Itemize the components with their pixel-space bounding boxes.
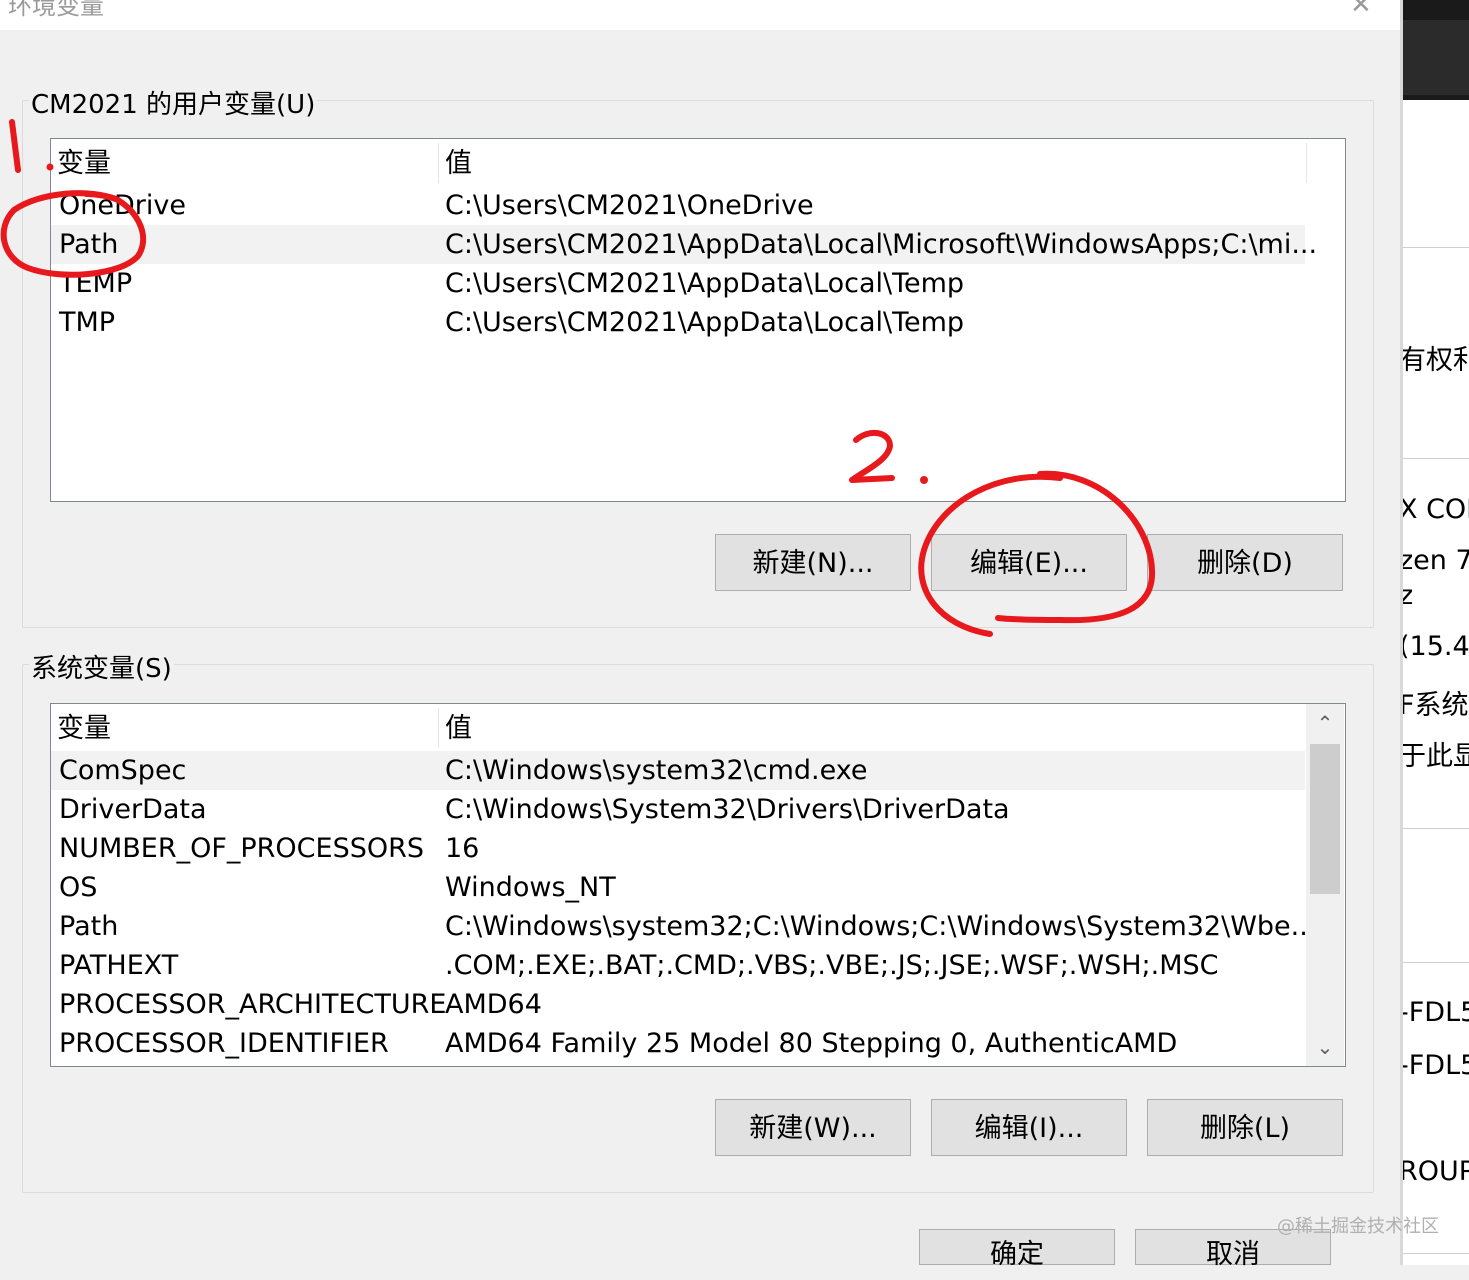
background-text: X CON	[1403, 494, 1469, 525]
variable-value: C:\Users\CM2021\OneDrive	[445, 190, 814, 221]
background-text: F系统	[1403, 690, 1469, 721]
table-row[interactable]: PROCESSOR_ARCHITECTURE AMD64	[51, 985, 1305, 1024]
variable-value: C:\Windows\System32\Drivers\DriverData	[445, 794, 1010, 825]
title-bar: 环境变量 ✕	[0, 0, 1403, 30]
variable-name: Path	[59, 911, 119, 942]
system-vars-label: 系统变量(S)	[29, 648, 174, 685]
list-header: 变量 值	[51, 139, 1345, 183]
variable-name: ComSpec	[59, 755, 187, 786]
variable-value: C:\Users\CM2021\AppData\Local\Temp	[445, 268, 965, 299]
background-dark-panel	[1403, 20, 1469, 95]
background-text: (15.4	[1403, 631, 1469, 662]
user-vars-list[interactable]: 变量 值 OneDrive C:\Users\CM2021\OneDrive P…	[50, 138, 1346, 502]
variable-name: TMP	[59, 307, 116, 338]
divider	[1403, 458, 1469, 459]
column-header-variable[interactable]: 变量	[51, 139, 111, 183]
divider	[1403, 828, 1469, 829]
background-text: z	[1403, 580, 1414, 611]
divider	[1403, 1253, 1469, 1254]
user-edit-button[interactable]: 编辑(E)...	[931, 534, 1127, 591]
table-row[interactable]: NUMBER_OF_PROCESSORS 16	[51, 829, 1305, 868]
background-text: zen 7	[1403, 545, 1469, 576]
system-new-button[interactable]: 新建(W)...	[715, 1099, 911, 1156]
variable-name: PATHEXT	[59, 950, 179, 981]
column-header-value[interactable]: 值	[439, 704, 472, 748]
background-window: 有权利。 X CON zen 7 z (15.4 F系统 于此显 -FDL5 -…	[1403, 0, 1469, 1265]
table-row[interactable]: DriverData C:\Windows\System32\Drivers\D…	[51, 790, 1305, 829]
table-row[interactable]: PROCESSOR_IDENTIFIER AMD64 Family 25 Mod…	[51, 1024, 1305, 1063]
background-text: ROUP	[1403, 1156, 1469, 1187]
ok-button[interactable]: 确定	[919, 1229, 1115, 1270]
table-row[interactable]: PATHEXT .COM;.EXE;.BAT;.CMD;.VBS;.VBE;.J…	[51, 946, 1305, 985]
table-row[interactable]: ComSpec C:\Windows\system32\cmd.exe	[51, 751, 1305, 790]
close-icon[interactable]: ✕	[1350, 0, 1372, 20]
variable-name: TEMP	[59, 268, 133, 299]
scroll-down-arrow-icon[interactable]: ⌄	[1306, 1028, 1344, 1066]
variable-value: 16	[445, 833, 480, 864]
variable-value: AMD64 Family 25 Model 80 Stepping 0, Aut…	[445, 1028, 1178, 1059]
variable-value: AMD64	[445, 989, 542, 1020]
annotation-step1-mark	[9, 119, 21, 173]
variable-value: .COM;.EXE;.BAT;.CMD;.VBS;.VBE;.JS;.JSE;.…	[445, 950, 1219, 981]
variable-name: Path	[59, 229, 119, 260]
variable-value: C:\Users\CM2021\AppData\Local\Microsoft\…	[445, 229, 1318, 260]
watermark: @稀土掘金技术社区	[1277, 1216, 1439, 1237]
scroll-thumb[interactable]	[1310, 744, 1340, 894]
table-row[interactable]: OneDrive C:\Users\CM2021\OneDrive	[51, 186, 1305, 225]
vertical-scrollbar[interactable]: ⌃ ⌄	[1306, 704, 1344, 1066]
list-header: 变量 值	[51, 704, 1345, 748]
variable-name: PROCESSOR_ARCHITECTURE	[59, 989, 447, 1020]
table-row[interactable]: Path C:\Users\CM2021\AppData\Local\Micro…	[51, 225, 1317, 264]
variable-value: C:\Users\CM2021\AppData\Local\Temp	[445, 307, 965, 338]
system-edit-button[interactable]: 编辑(I)...	[931, 1099, 1127, 1156]
table-row[interactable]: TMP C:\Users\CM2021\AppData\Local\Temp	[51, 303, 1305, 342]
divider	[1403, 247, 1469, 248]
background-text: 于此显	[1403, 741, 1469, 772]
table-row[interactable]: OS Windows_NT	[51, 868, 1305, 907]
system-delete-button[interactable]: 删除(L)	[1147, 1099, 1343, 1156]
table-row[interactable]: Path C:\Windows\system32;C:\Windows;C:\W…	[51, 907, 1316, 946]
background-text: 有权利。	[1403, 345, 1469, 376]
variable-name: PROCESSOR_IDENTIFIER	[59, 1028, 389, 1059]
variable-value: Windows_NT	[445, 872, 616, 903]
user-delete-button[interactable]: 删除(D)	[1147, 534, 1343, 591]
user-new-button[interactable]: 新建(N)...	[715, 534, 911, 591]
variable-value: C:\Windows\system32;C:\Windows;C:\Window…	[445, 911, 1317, 942]
variable-name: NUMBER_OF_PROCESSORS	[59, 833, 425, 864]
divider	[1403, 962, 1469, 963]
column-divider[interactable]	[1306, 143, 1307, 183]
table-row[interactable]: TEMP C:\Users\CM2021\AppData\Local\Temp	[51, 264, 1305, 303]
scroll-up-arrow-icon[interactable]: ⌃	[1306, 704, 1344, 742]
column-header-variable[interactable]: 变量	[51, 704, 111, 748]
variable-name: DriverData	[59, 794, 207, 825]
variable-name: OneDrive	[59, 190, 186, 221]
user-vars-label: CM2021 的用户变量(U)	[29, 84, 318, 121]
window-title: 环境变量	[8, 0, 104, 20]
variable-name: OS	[59, 872, 98, 903]
variable-value: C:\Windows\system32\cmd.exe	[445, 755, 868, 786]
column-header-value[interactable]: 值	[439, 139, 472, 183]
background-text: -FDL5	[1403, 1050, 1469, 1081]
system-vars-list[interactable]: 变量 值 ComSpec C:\Windows\system32\cmd.exe…	[50, 703, 1346, 1067]
background-text: -FDL5	[1403, 997, 1469, 1028]
